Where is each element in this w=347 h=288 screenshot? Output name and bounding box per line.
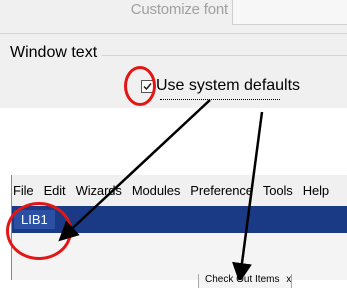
- annotation-circle-tab: [6, 202, 72, 260]
- menu-preference[interactable]: Preference: [190, 183, 253, 198]
- use-system-defaults-checkbox[interactable]: Use system defaults: [141, 76, 300, 96]
- customize-font-label: Customize font: [130, 1, 228, 18]
- check-out-items-tab[interactable]: Check Out Items x: [198, 274, 293, 288]
- section-divider: [0, 33, 347, 34]
- menu-tools[interactable]: Tools: [263, 183, 293, 198]
- window-text-group-label: Window text: [10, 44, 98, 61]
- menu-file[interactable]: File: [13, 183, 34, 198]
- customize-font-row: Customize font: [0, 0, 347, 28]
- use-system-defaults-label: Use system defaults: [156, 77, 301, 94]
- menu-edit[interactable]: Edit: [44, 183, 66, 198]
- group-divider: [102, 55, 347, 56]
- menu-help[interactable]: Help: [303, 183, 329, 198]
- settings-dialog-crop: Customize font Window text Use system de…: [0, 0, 347, 108]
- annotation-circle-checkbox: [124, 66, 156, 106]
- menu-bar: File Edit Wizards Modules Preference Too…: [12, 175, 347, 205]
- font-field[interactable]: [232, 0, 347, 25]
- menu-modules[interactable]: Modules: [132, 183, 181, 198]
- focus-underline: [160, 99, 280, 100]
- menu-wizards[interactable]: Wizards: [76, 183, 122, 198]
